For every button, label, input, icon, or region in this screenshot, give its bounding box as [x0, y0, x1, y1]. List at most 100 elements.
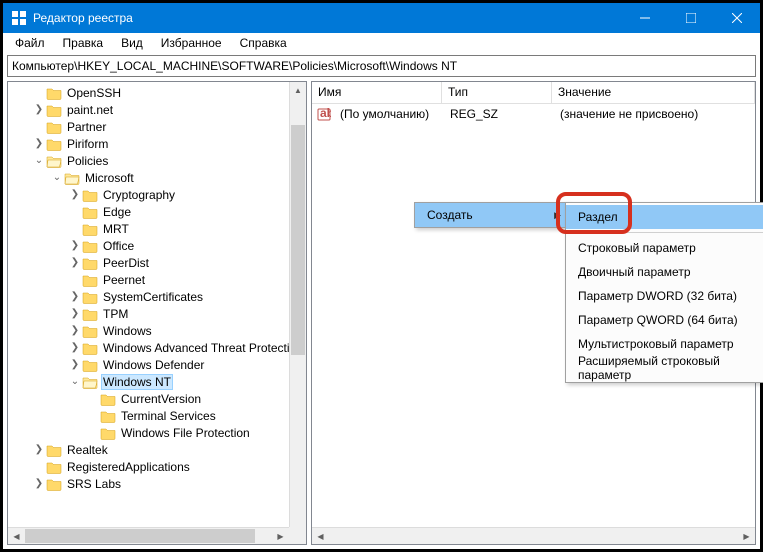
submenu-key[interactable]: Раздел — [566, 205, 763, 229]
expand-toggle-icon[interactable]: ❯ — [68, 240, 82, 251]
value-type: REG_SZ — [444, 106, 554, 122]
context-menu-new-label: Создать — [427, 208, 473, 222]
tree-item[interactable]: Peernet — [8, 271, 306, 288]
menu-file[interactable]: Файл — [7, 34, 53, 52]
folder-icon — [82, 205, 98, 219]
expand-toggle-icon[interactable]: ❯ — [32, 444, 46, 455]
title-bar: Редактор реестра — [3, 3, 760, 33]
scroll-up-icon[interactable]: ▲ — [290, 82, 306, 99]
maximize-button[interactable] — [668, 3, 714, 33]
column-name[interactable]: Имя — [312, 82, 442, 103]
tree-item-label: paint.net — [65, 103, 115, 117]
menu-favorites[interactable]: Избранное — [153, 34, 230, 52]
tree-item[interactable]: ❯ PeerDist — [8, 254, 306, 271]
tree-item[interactable]: OpenSSH — [8, 84, 306, 101]
submenu-expandstring[interactable]: Расширяемый строковый параметр — [566, 356, 763, 380]
folder-icon — [46, 120, 62, 134]
tree-item[interactable]: ❯Piriform — [8, 135, 306, 152]
tree-item[interactable]: Windows File Protection — [8, 424, 306, 441]
list-row[interactable]: ab (По умолчанию) REG_SZ (значение не пр… — [312, 104, 755, 123]
submenu-dword[interactable]: Параметр DWORD (32 бита) — [566, 284, 763, 308]
tree-item[interactable]: ⌄ Microsoft — [8, 169, 306, 186]
menu-edit[interactable]: Правка — [55, 34, 112, 52]
tree-item[interactable]: ❯ paint.net — [8, 101, 306, 118]
expand-toggle-icon[interactable]: ⌄ — [32, 155, 46, 166]
expand-toggle-icon[interactable]: ❯ — [68, 308, 82, 319]
scroll-thumb[interactable] — [291, 125, 305, 355]
tree-item-label: Office — [101, 239, 136, 253]
context-submenu: Раздел Строковый параметр Двоичный парам… — [565, 202, 763, 383]
submenu-multistring[interactable]: Мультистроковый параметр — [566, 332, 763, 356]
tree-item-label: Edge — [101, 205, 133, 219]
scroll-left-icon[interactable]: ◀ — [8, 528, 25, 544]
value-data: (значение не присвоено) — [554, 106, 755, 122]
expand-toggle-icon[interactable]: ❯ — [68, 342, 82, 353]
expand-toggle-icon[interactable]: ❯ — [32, 104, 46, 115]
close-button[interactable] — [714, 3, 760, 33]
submenu-binary[interactable]: Двоичный параметр — [566, 260, 763, 284]
folder-icon — [64, 171, 80, 185]
tree-pane: OpenSSH ❯ paint.netPartner❯Piriform⌄Polici… — [7, 81, 307, 545]
tree-item[interactable]: ❯ SystemCertificates — [8, 288, 306, 305]
details-scrollbar-horizontal[interactable]: ◀ ▶ — [312, 527, 755, 544]
folder-icon — [100, 392, 116, 406]
string-value-icon: ab — [316, 107, 332, 121]
menu-help[interactable]: Справка — [232, 34, 295, 52]
scroll-right-icon[interactable]: ▶ — [738, 528, 755, 544]
address-text: Компьютер\HKEY_LOCAL_MACHINE\SOFTWARE\Po… — [12, 59, 457, 73]
context-menu-new[interactable]: Создать ▶ — [415, 203, 567, 227]
expand-toggle-icon[interactable]: ⌄ — [50, 172, 64, 183]
folder-icon — [82, 324, 98, 338]
scroll-right-icon[interactable]: ▶ — [272, 528, 289, 544]
tree-item[interactable]: ⌄Windows NT — [8, 373, 306, 390]
scroll-thumb-h[interactable] — [25, 529, 255, 543]
tree-item[interactable]: RegisteredApplications — [8, 458, 306, 475]
tree-item-label: RegisteredApplications — [65, 460, 192, 474]
address-bar[interactable]: Компьютер\HKEY_LOCAL_MACHINE\SOFTWARE\Po… — [7, 55, 756, 77]
expand-toggle-icon[interactable]: ❯ — [68, 325, 82, 336]
tree-scrollbar-horizontal[interactable]: ◀ ▶ — [8, 527, 289, 544]
column-value[interactable]: Значение — [552, 82, 755, 103]
tree-item[interactable]: ❯Windows Advanced Threat Protection — [8, 339, 306, 356]
tree-item[interactable]: ⌄Policies — [8, 152, 306, 169]
tree-item-label: Realtek — [65, 443, 110, 457]
tree-item-label: SystemCertificates — [101, 290, 205, 304]
tree-item-label: PeerDist — [101, 256, 151, 270]
tree-item[interactable]: MRT — [8, 220, 306, 237]
expand-toggle-icon[interactable]: ⌄ — [68, 376, 82, 387]
tree-item[interactable]: ❯ Windows Defender — [8, 356, 306, 373]
tree-item-label: Windows Defender — [101, 358, 206, 372]
tree-item[interactable]: Terminal Services — [8, 407, 306, 424]
folder-icon — [46, 460, 62, 474]
tree-item[interactable]: ❯ Office — [8, 237, 306, 254]
folder-icon — [82, 188, 98, 202]
tree-item[interactable]: ❯TPM — [8, 305, 306, 322]
tree-item-label: OpenSSH — [65, 86, 123, 100]
tree-item-label: Microsoft — [83, 171, 136, 185]
folder-icon — [82, 239, 98, 253]
tree-item-label: SRS Labs — [65, 477, 123, 491]
expand-toggle-icon[interactable]: ❯ — [32, 138, 46, 149]
tree-item[interactable]: CurrentVersion — [8, 390, 306, 407]
tree-scrollbar-vertical[interactable]: ▲ ▼ — [289, 82, 306, 544]
tree-item[interactable]: ❯Windows — [8, 322, 306, 339]
menu-view[interactable]: Вид — [113, 34, 151, 52]
submenu-string[interactable]: Строковый параметр — [566, 236, 763, 260]
expand-toggle-icon[interactable]: ❯ — [68, 257, 82, 268]
column-type[interactable]: Тип — [442, 82, 552, 103]
expand-toggle-icon[interactable]: ❯ — [32, 478, 46, 489]
tree-item[interactable]: Edge — [8, 203, 306, 220]
tree-item[interactable]: ❯ Realtek — [8, 441, 306, 458]
details-pane: Имя Тип Значение ab (По умолчанию) REG_S… — [311, 81, 756, 545]
scroll-left-icon[interactable]: ◀ — [312, 528, 329, 544]
expand-toggle-icon[interactable]: ❯ — [68, 359, 82, 370]
folder-icon — [82, 222, 98, 236]
expand-toggle-icon[interactable]: ❯ — [68, 189, 82, 200]
tree-item[interactable]: ❯ SRS Labs — [8, 475, 306, 492]
minimize-button[interactable] — [622, 3, 668, 33]
submenu-qword[interactable]: Параметр QWORD (64 бита) — [566, 308, 763, 332]
tree-item[interactable]: ❯Cryptography — [8, 186, 306, 203]
tree-item[interactable]: Partner — [8, 118, 306, 135]
folder-icon — [46, 103, 62, 117]
expand-toggle-icon[interactable]: ❯ — [68, 291, 82, 302]
